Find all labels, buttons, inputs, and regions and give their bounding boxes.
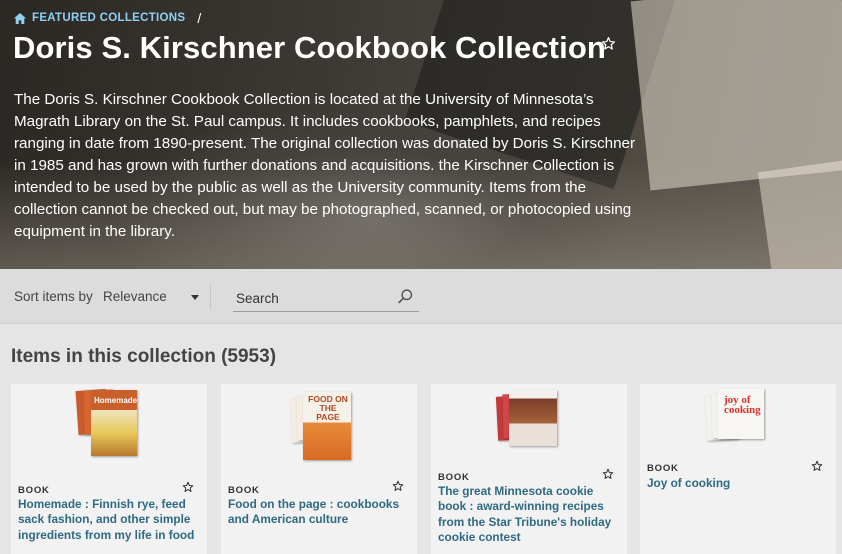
item-thumbnail[interactable]: FOOD ON THE PAGE [221,384,417,464]
item-card[interactable]: BOOK The great Minnesota cookie book : a… [431,384,627,554]
items-toolbar: Sort items by Relevance [0,269,842,324]
search-icon[interactable] [397,288,414,305]
item-title-link[interactable]: The great Minnesota cookie book : award-… [438,484,623,545]
cover-image: FOOD ON THE PAGE [303,392,351,460]
sort-select[interactable]: Relevance [103,289,199,304]
item-card[interactable]: FOOD ON THE PAGE BOOK Food on the page :… [221,384,417,554]
item-card[interactable]: Homemade BOOK Homemade : Finnish rye, fe… [11,384,207,554]
item-title-link[interactable]: Food on the page : cookbooks and America… [228,497,413,528]
star-icon[interactable] [392,480,404,492]
collection-description: The Doris S. Kirschner Cookbook Collecti… [14,91,636,240]
item-type: BOOK [18,485,50,496]
sort-label: Sort items by [14,289,93,304]
search-input[interactable] [236,291,386,306]
item-thumbnail[interactable]: Homemade [11,384,207,464]
item-title-link[interactable]: Homemade : Finnish rye, feed sack fashio… [18,497,203,543]
breadcrumb-separator: / [197,10,202,26]
breadcrumb-featured-collections[interactable]: FEATURED COLLECTIONS [32,12,185,24]
breadcrumb: FEATURED COLLECTIONS / [14,10,201,26]
cover-image: joy of cooking [718,389,764,439]
item-title-link[interactable]: Joy of cooking [647,476,832,491]
collection-hero: FEATURED COLLECTIONS / Doris S. Kirschne… [0,0,842,269]
item-card[interactable]: joy of cooking BOOK Joy of cooking [640,384,836,554]
chevron-down-icon [190,294,199,300]
favorite-star-icon[interactable] [601,36,616,51]
item-type: BOOK [647,463,679,474]
home-icon [14,12,26,24]
item-thumbnail[interactable] [431,384,627,464]
item-thumbnail[interactable]: joy of cooking [640,384,836,464]
cover-image [509,390,557,446]
item-type: BOOK [438,472,470,483]
toolbar-divider [210,284,211,310]
items-section-title: Items in this collection (5953) [11,346,277,367]
cover-title: Homemade [94,396,138,405]
item-type: BOOK [228,485,260,496]
star-icon[interactable] [182,481,194,493]
cover-image: Homemade [91,390,137,456]
star-icon[interactable] [602,468,614,480]
cover-title: joy of cooking [724,394,761,416]
cover-title: FOOD ON THE PAGE [308,394,348,422]
star-icon[interactable] [811,460,823,472]
page-title: Doris S. Kirschner Cookbook Collection [13,30,606,65]
sort-select-value: Relevance [103,289,167,304]
search-field [233,284,419,312]
